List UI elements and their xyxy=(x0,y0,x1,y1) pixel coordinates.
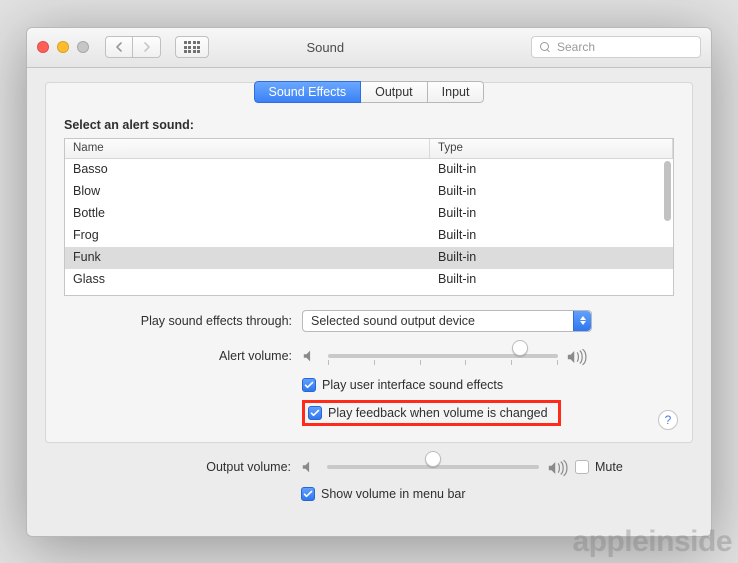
alert-volume-slider[interactable] xyxy=(328,346,558,366)
table-scrollbar[interactable] xyxy=(664,161,671,279)
sound-effects-panel: Sound Effects Output Input Select an ale… xyxy=(45,82,693,443)
titlebar: Sound Search xyxy=(27,28,711,68)
ui-sounds-label: Play user interface sound effects xyxy=(322,378,503,392)
table-row[interactable]: BlowBuilt-in xyxy=(65,181,673,203)
table-header: Name Type xyxy=(65,139,673,159)
speaker-high-icon xyxy=(566,348,584,364)
check-icon xyxy=(310,408,320,418)
traffic-lights xyxy=(37,41,89,53)
alert-sound-table: Name Type BassoBuilt-inBlowBuilt-inBottl… xyxy=(64,138,674,296)
search-placeholder: Search xyxy=(557,40,595,54)
speaker-low-icon xyxy=(302,348,320,364)
tab-output[interactable]: Output xyxy=(361,81,428,103)
table-row[interactable]: BassoBuilt-in xyxy=(65,159,673,181)
play-through-label: Play sound effects through: xyxy=(64,314,302,328)
col-name[interactable]: Name xyxy=(65,139,430,158)
sound-prefs-window: Sound Search Sound Effects Output Input … xyxy=(26,27,712,537)
volume-feedback-label: Play feedback when volume is changed xyxy=(328,406,548,420)
table-row[interactable]: FrogBuilt-in xyxy=(65,225,673,247)
volume-feedback-checkbox[interactable] xyxy=(308,406,322,420)
cell-type: Built-in xyxy=(430,225,673,247)
volume-feedback-row: Play feedback when volume is changed xyxy=(308,406,548,420)
mute-label: Mute xyxy=(595,460,623,474)
play-through-select[interactable]: Selected sound output device xyxy=(302,310,592,332)
cell-name: Glass xyxy=(65,269,430,291)
tab-sound-effects[interactable]: Sound Effects xyxy=(254,81,362,103)
nav-buttons xyxy=(105,36,161,58)
watermark: appleinside xyxy=(572,525,732,559)
grid-icon xyxy=(184,41,201,53)
select-alert-label: Select an alert sound: xyxy=(64,118,674,132)
minimize-button[interactable] xyxy=(57,41,69,53)
output-volume-label: Output volume: xyxy=(63,460,301,474)
window-title: Sound xyxy=(306,40,344,55)
back-button[interactable] xyxy=(105,36,133,58)
table-row[interactable]: FunkBuilt-in xyxy=(65,247,673,269)
search-input[interactable]: Search xyxy=(531,36,701,58)
cell-type: Built-in xyxy=(430,181,673,203)
table-row[interactable]: GlassBuilt-in xyxy=(65,269,673,291)
alert-volume-label: Alert volume: xyxy=(64,349,302,363)
cell-type: Built-in xyxy=(430,269,673,291)
cell-name: Basso xyxy=(65,159,430,181)
menubar-row: Show volume in menu bar xyxy=(301,487,466,501)
check-icon xyxy=(303,489,313,499)
output-section: Output volume: Mute xyxy=(45,457,693,501)
cell-name: Frog xyxy=(65,225,430,247)
cell-type: Built-in xyxy=(430,203,673,225)
scrollbar-thumb[interactable] xyxy=(664,161,671,221)
zoom-button[interactable] xyxy=(77,41,89,53)
mute-checkbox[interactable] xyxy=(575,460,589,474)
select-stepper-icon xyxy=(573,311,591,331)
output-volume-slider[interactable] xyxy=(327,457,539,477)
search-icon xyxy=(540,42,551,53)
help-button[interactable]: ? xyxy=(658,410,678,430)
cell-name: Bottle xyxy=(65,203,430,225)
show-all-button[interactable] xyxy=(175,36,209,58)
table-row[interactable]: BottleBuilt-in xyxy=(65,203,673,225)
forward-button[interactable] xyxy=(133,36,161,58)
mute-row: Mute xyxy=(575,460,623,474)
cell-type: Built-in xyxy=(430,159,673,181)
speaker-high-icon xyxy=(547,459,565,475)
tab-group: Sound Effects Output Input xyxy=(254,81,485,103)
close-button[interactable] xyxy=(37,41,49,53)
table-body: BassoBuilt-inBlowBuilt-inBottleBuilt-inF… xyxy=(65,159,673,296)
menubar-label: Show volume in menu bar xyxy=(321,487,466,501)
check-icon xyxy=(304,380,314,390)
ui-sounds-checkbox[interactable] xyxy=(302,378,316,392)
speaker-low-icon xyxy=(301,459,319,475)
col-type[interactable]: Type xyxy=(430,139,673,158)
cell-type: Built-in xyxy=(430,247,673,269)
cell-name: Funk xyxy=(65,247,430,269)
menubar-checkbox[interactable] xyxy=(301,487,315,501)
play-through-value: Selected sound output device xyxy=(311,314,475,328)
cell-name: Blow xyxy=(65,181,430,203)
ui-sounds-row: Play user interface sound effects xyxy=(302,378,503,392)
highlight-box: Play feedback when volume is changed xyxy=(302,400,561,426)
tab-input[interactable]: Input xyxy=(428,81,485,103)
